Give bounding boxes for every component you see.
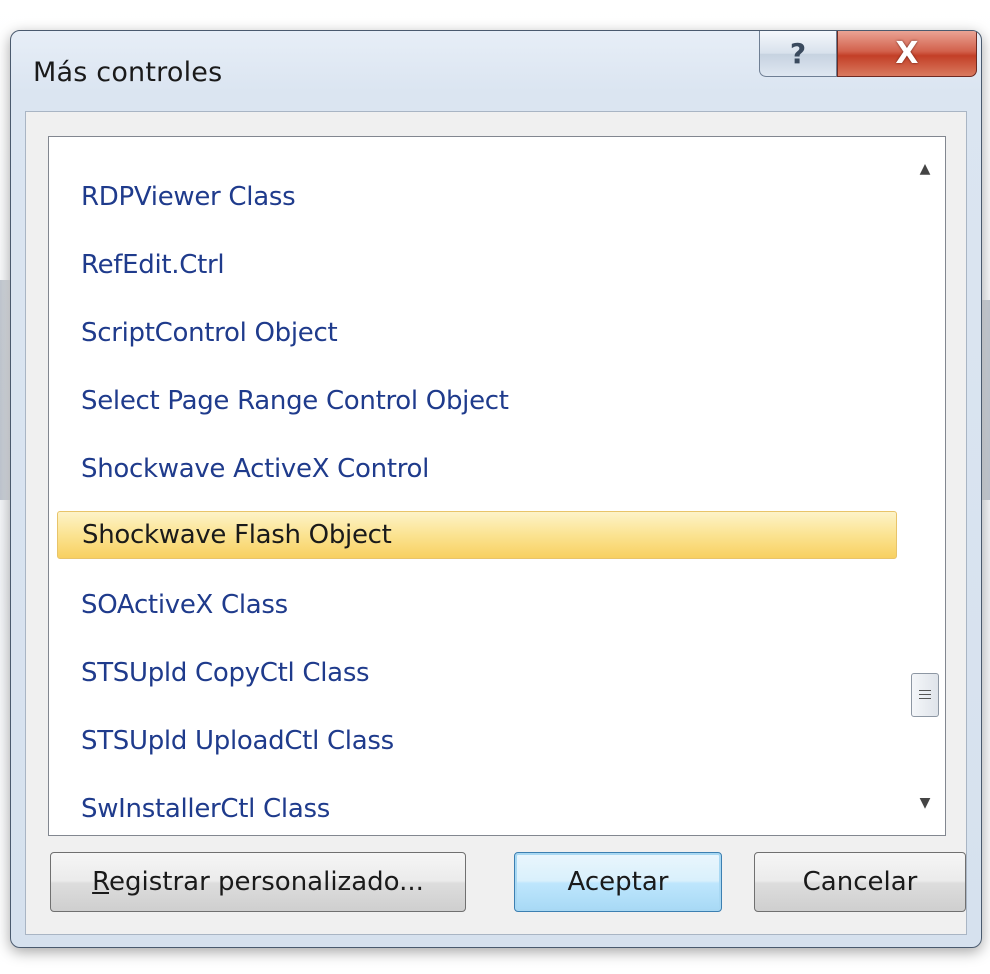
screen: Más controles ? X RDPViewer Class RefEdi… [0, 0, 990, 974]
list-item[interactable]: STSUpld UploadCtl Class [57, 717, 897, 765]
register-custom-button[interactable]: Registrar personalizado... [50, 852, 466, 912]
list-item-selected[interactable]: Shockwave Flash Object [57, 511, 897, 559]
cancel-button[interactable]: Cancelar [754, 852, 966, 912]
dialog-title: Más controles [33, 57, 223, 88]
close-icon: X [895, 36, 919, 71]
list-item[interactable]: ScriptControl Object [57, 309, 897, 357]
close-button[interactable]: X [837, 31, 977, 77]
scroll-down-button[interactable]: ▼ [905, 783, 945, 823]
list-item[interactable]: STSUpld CopyCtl Class [57, 649, 897, 697]
list-viewport: RDPViewer Class RefEdit.Ctrl ScriptContr… [49, 137, 905, 835]
list-item[interactable]: RDPViewer Class [57, 173, 897, 221]
register-mnemonic: R [92, 867, 110, 897]
list-item-partial[interactable] [57, 137, 897, 155]
list-item[interactable]: SwInstallerCtl Class [57, 785, 897, 833]
register-label-rest: egistrar personalizado... [109, 867, 424, 897]
list-item[interactable]: RefEdit.Ctrl [57, 241, 897, 289]
more-controls-dialog: Más controles ? X RDPViewer Class RefEdi… [10, 30, 982, 948]
list-item[interactable]: SOActiveX Class [57, 581, 897, 629]
accept-label: Aceptar [567, 867, 669, 897]
grip-icon [919, 690, 931, 700]
dialog-content: RDPViewer Class RefEdit.Ctrl ScriptContr… [25, 111, 967, 935]
title-bar[interactable]: Más controles ? X [11, 31, 981, 111]
cancel-label: Cancelar [802, 867, 918, 897]
register-custom-label: Registrar personalizado... [92, 867, 424, 897]
accept-button[interactable]: Aceptar [514, 852, 722, 912]
arrow-up-icon: ▲ [919, 161, 931, 177]
scroll-thumb[interactable] [911, 673, 939, 717]
scroll-up-button[interactable]: ▲ [905, 149, 945, 189]
vertical-scrollbar[interactable]: ▲ ▼ [905, 137, 945, 835]
controls-listbox[interactable]: RDPViewer Class RefEdit.Ctrl ScriptContr… [48, 136, 946, 836]
arrow-down-icon: ▼ [919, 795, 931, 811]
help-button[interactable]: ? [759, 31, 837, 77]
list-item[interactable]: Select Page Range Control Object [57, 377, 897, 425]
help-icon: ? [789, 37, 807, 70]
list-item[interactable]: Shockwave ActiveX Control [57, 445, 897, 493]
